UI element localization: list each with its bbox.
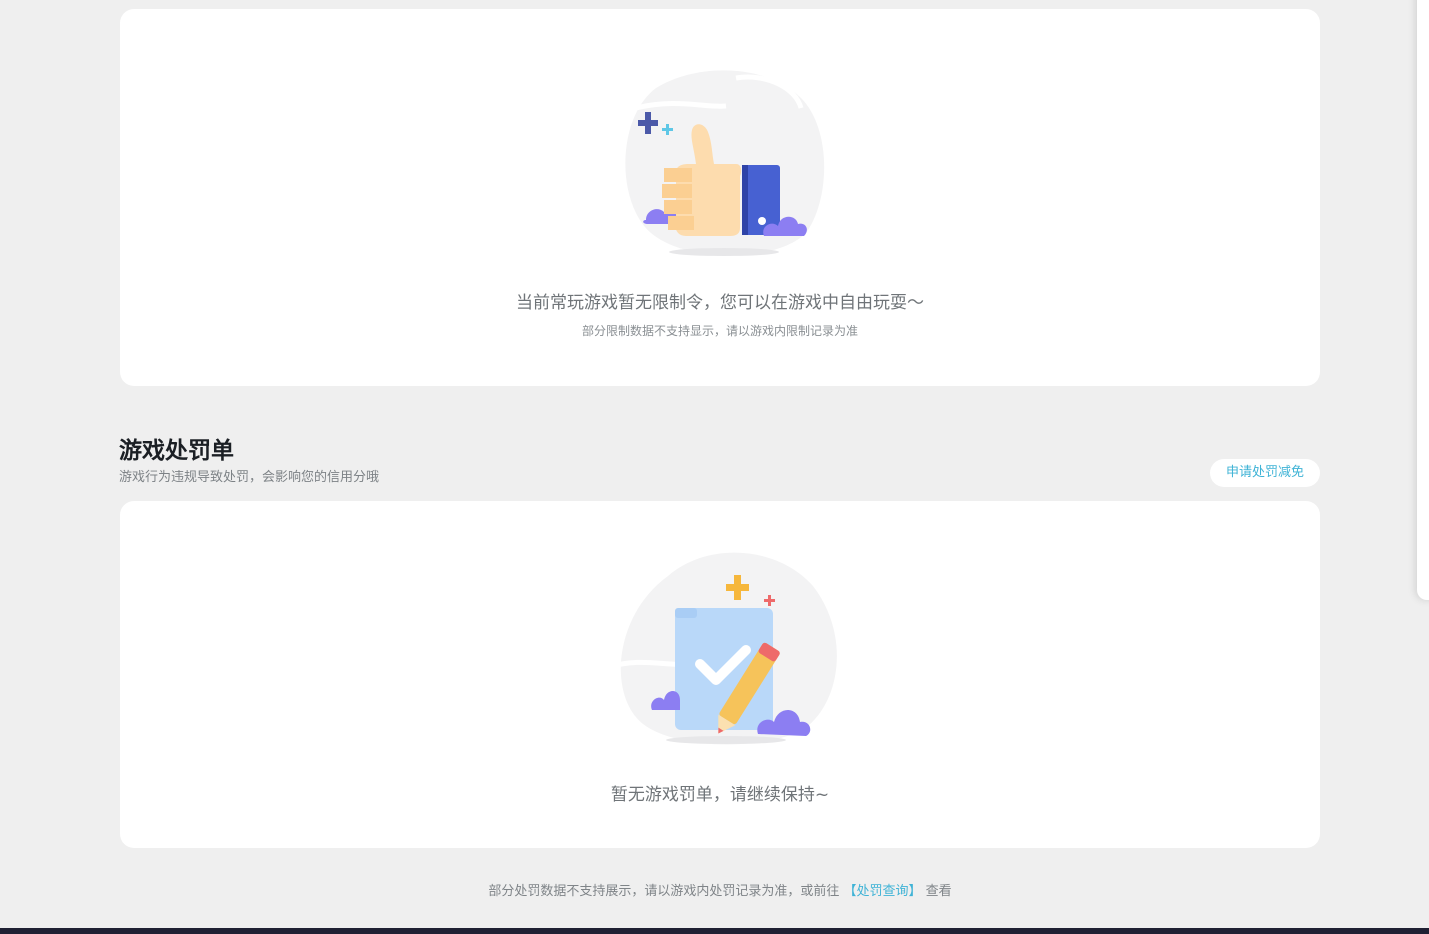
penalty-query-link[interactable]: 【处罚查询】 — [843, 884, 921, 899]
section-title: 游戏处罚单 — [119, 438, 234, 464]
bottom-bar — [0, 928, 1429, 934]
side-panel-edge — [1417, 0, 1429, 600]
restriction-empty-title: 当前常玩游戏暂无限制令，您可以在游戏中自由玩耍～ — [516, 293, 924, 313]
footer-note-prefix: 部分处罚数据不支持展示，请以游戏内处罚记录为准，或前往 — [488, 884, 840, 899]
restriction-empty-subtitle: 部分限制数据不支持显示，请以游戏内限制记录为准 — [581, 324, 858, 338]
penalty-empty-title: 暂无游戏罚单，请继续保持~ — [610, 785, 830, 805]
checklist-pencil-illustration — [612, 552, 837, 745]
footer-note: 部分处罚数据不支持展示，请以游戏内处罚记录为准，或前往 【处罚查询】 查看 — [120, 880, 1320, 899]
apply-penalty-reduction-button[interactable]: 申请处罚减免 — [1210, 459, 1320, 487]
page: 当前常玩游戏暂无限制令，您可以在游戏中自由玩耍～ 部分限制数据不支持显示，请以游… — [0, 0, 1429, 934]
section-description: 游戏行为违规导致处罚，会影响您的信用分哦 — [119, 470, 380, 485]
footer-note-suffix: 查看 — [925, 884, 952, 899]
thumbs-up-illustration — [625, 70, 825, 256]
